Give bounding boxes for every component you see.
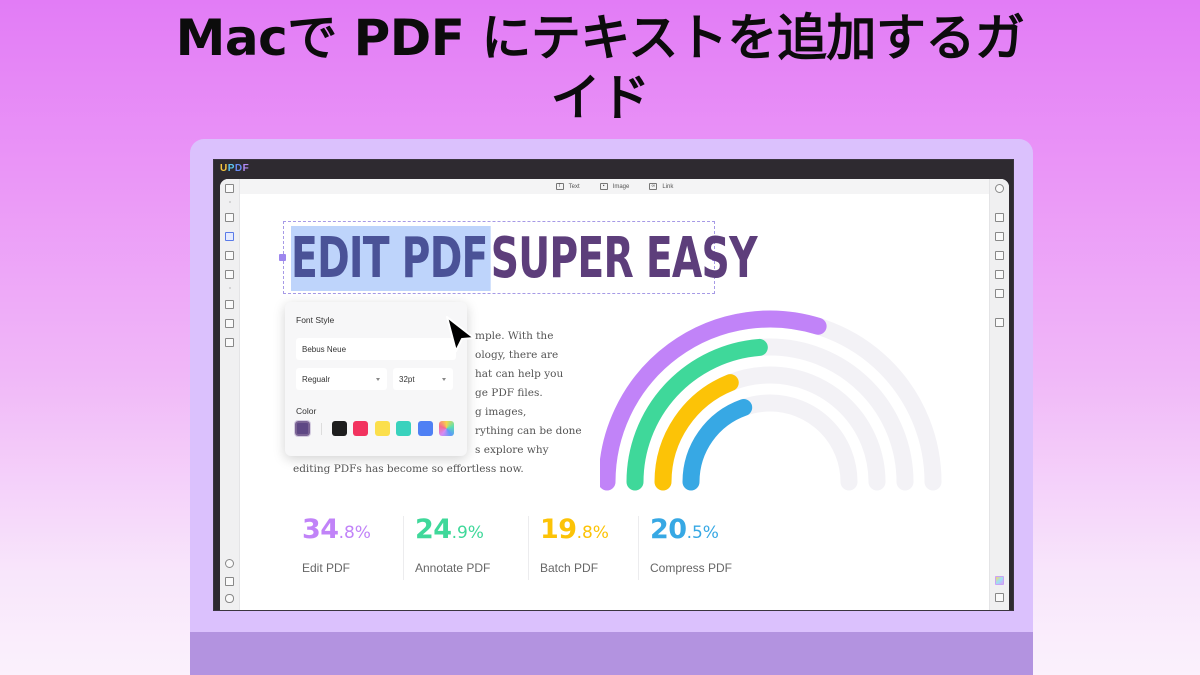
ai-assistant-icon[interactable] [995,576,1004,585]
mouse-pointer-icon [446,316,475,352]
bookmark-icon[interactable] [225,577,234,586]
stat-value-int: 34 [302,514,339,545]
stat-value-dec: .9% [451,523,484,543]
stat-divider [638,516,639,580]
link-icon: ∞ [649,183,658,190]
protect-icon[interactable] [225,319,234,328]
stat-value-dec: .8% [338,523,371,543]
color-swatch-black[interactable] [331,421,347,436]
font-weight-select[interactable]: Regualr [296,368,387,390]
color-label: Color [296,406,317,416]
attachment-icon[interactable] [225,594,234,603]
stats-row: 34.8% Edit PDF 24.9% Annotate PDF 19.8% Batch… [302,514,780,584]
separator-dot [229,201,231,203]
editable-heading[interactable]: EDIT PDFSUPER EASY [291,226,758,291]
headline-line-2: イド [550,69,651,127]
font-family-select[interactable]: Bebus Neue [296,338,456,360]
share-icon[interactable] [995,270,1004,279]
chevron-down-icon [376,378,380,381]
divider [320,422,322,435]
stat-value-int: 24 [415,514,452,545]
page-headline: Macで PDF にテキストを追加するガ イド [0,8,1200,128]
color-swatch-teal[interactable] [396,421,411,436]
thumbnail-icon[interactable] [225,184,234,193]
text-box-icon: T [555,183,564,190]
email-icon[interactable] [995,289,1004,298]
chevron-down-icon [442,378,446,381]
popover-title: Font Style [296,315,335,325]
comment-icon[interactable] [995,593,1004,602]
stat-value-dec: .5% [686,523,719,543]
selected-text[interactable]: EDIT PDF [291,226,491,291]
laptop-base [190,632,1033,675]
stat-value: 20.5% [650,514,738,549]
color-picker-gradient[interactable] [439,421,454,436]
image-icon: ▪ [599,183,608,190]
save-icon[interactable] [995,318,1004,327]
stat-label: Edit PDF [302,561,351,575]
add-image-button[interactable]: ▪ Image [599,183,629,190]
color-swatches [294,420,461,437]
color-swatch-yellow[interactable] [374,421,390,436]
chart-bar-compress-pdf [682,399,753,491]
stat-value-dec: .8% [576,523,609,543]
app-window: UPDF T Text ▪ Image ∞ Link EDIT PDFSUPER… [213,159,1014,611]
stat-divider [528,516,529,580]
ocr-icon[interactable] [995,213,1004,222]
current-color-swatch[interactable] [294,420,311,437]
add-link-button[interactable]: ∞ Link [649,183,673,190]
form-icon[interactable] [225,338,234,347]
organize-pages-icon[interactable] [225,251,234,260]
stat-edit-pdf: 34.8% Edit PDF [302,514,404,584]
search-icon[interactable] [995,184,1004,193]
color-swatch-blue[interactable] [417,421,433,436]
stat-compress-pdf: 20.5% Compress PDF [650,514,760,584]
stat-annotate-pdf: 24.9% Annotate PDF [415,514,529,584]
font-size-select[interactable]: 32pt [393,368,453,390]
radial-bar-chart [600,310,942,491]
stat-divider [403,516,404,580]
resize-handle-left[interactable] [279,254,286,261]
pdf-page: EDIT PDFSUPER EASY mple. With the ology,… [240,194,989,610]
edit-pdf-icon[interactable] [225,232,234,241]
crop-icon[interactable] [225,300,234,309]
stat-label: Compress PDF [650,561,733,575]
layers-icon[interactable] [225,559,234,568]
heading-rest[interactable]: SUPER EASY [491,226,758,291]
stat-label: Annotate PDF [415,561,491,575]
convert-pdf-icon[interactable] [995,232,1004,241]
stat-value-int: 20 [650,514,687,545]
color-swatch-red[interactable] [353,421,368,436]
title-bar: UPDF [214,160,1013,179]
highlighter-icon[interactable] [225,213,234,222]
convert-icon[interactable] [225,270,234,279]
headline-line-1: Macで PDF にテキストを追加するガ [175,9,1025,67]
stat-value: 34.8% [302,514,373,549]
app-body: T Text ▪ Image ∞ Link EDIT PDFSUPER EASY… [220,179,1009,610]
font-style-popover: Font Style Bebus Neue Regualr 32pt Color [285,302,467,456]
add-text-button[interactable]: T Text [555,183,580,190]
stat-label: Batch PDF [540,561,599,575]
stat-value: 24.9% [415,514,498,549]
edit-toolbar: T Text ▪ Image ∞ Link [240,179,989,194]
updf-logo: UPDF [220,163,250,174]
stat-value-int: 19 [540,514,577,545]
protect-pdf-icon[interactable] [995,251,1004,260]
stat-batch-pdf: 19.8% Batch PDF [540,514,639,584]
left-sidebar [220,179,240,610]
right-sidebar [989,179,1009,610]
stat-value: 19.8% [540,514,609,549]
separator-dot [229,287,231,289]
